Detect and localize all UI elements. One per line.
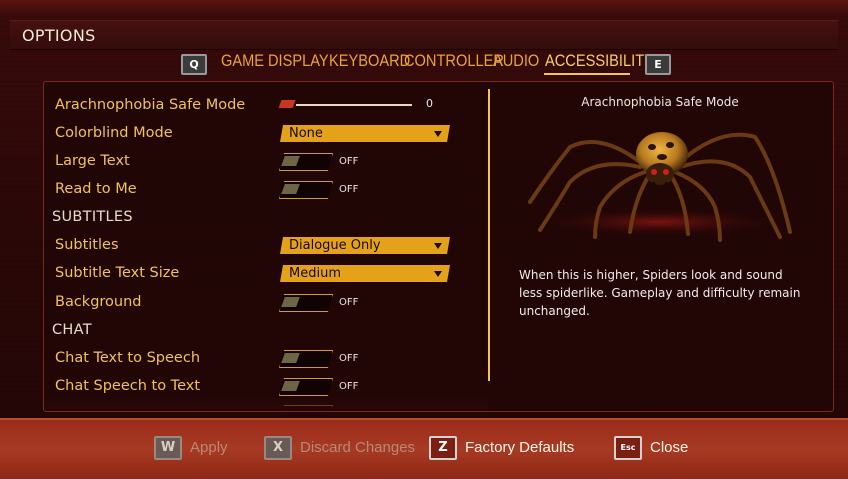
- arachnophobia-slider-track[interactable]: [296, 104, 412, 106]
- tab-display[interactable]: DISPLAY: [268, 51, 329, 71]
- tab-game[interactable]: GAME: [221, 51, 264, 71]
- factory-label: Factory Defaults: [465, 439, 575, 456]
- large-text-toggle[interactable]: [279, 153, 335, 169]
- chat-stt-toggle[interactable]: [279, 378, 335, 394]
- apply-label: Apply: [190, 439, 228, 456]
- read-to-me-state: OFF: [339, 184, 359, 195]
- subtitle-size-label: Subtitle Text Size: [55, 265, 180, 281]
- factory-key: Z: [429, 436, 457, 460]
- discard-label: Discard Changes: [300, 439, 416, 456]
- spider-preview-image: [528, 132, 792, 242]
- footer-bar: W Apply X Discard Changes Z Factory Defa…: [0, 418, 848, 479]
- next-tab-key[interactable]: E: [645, 54, 671, 75]
- background-state: OFF: [339, 297, 359, 308]
- spider-eye: [663, 169, 669, 175]
- subtitles-dropdown[interactable]: Dialogue Only: [280, 237, 450, 254]
- chevron-down-icon: [434, 271, 442, 277]
- tab-controller[interactable]: CONTROLLER: [404, 51, 504, 71]
- chat-tts-label: Chat Text to Speech: [55, 350, 201, 366]
- background-toggle[interactable]: [279, 294, 335, 310]
- colorblind-value: None: [289, 126, 323, 141]
- arachnophobia-value: 0: [426, 97, 433, 110]
- background-label: Background: [55, 294, 142, 310]
- discard-key: X: [264, 436, 292, 460]
- chat-tts-state: OFF: [339, 353, 359, 364]
- subtitles-value: Dialogue Only: [289, 238, 381, 253]
- tab-bar: GAME DISPLAY KEYBOARD CONTROLLER AUDIO A…: [0, 51, 848, 77]
- subtitles-label: Subtitles: [55, 237, 119, 253]
- read-to-me-label: Read to Me: [55, 181, 137, 197]
- colorblind-dropdown[interactable]: None: [280, 125, 450, 142]
- list-scroll-fade: [44, 396, 488, 410]
- chevron-down-icon: [434, 131, 442, 137]
- tab-keyboard[interactable]: KEYBOARD: [329, 51, 410, 71]
- subtitle-size-value: Medium: [289, 266, 341, 281]
- subtitles-section-heading: SUBTITLES: [52, 209, 133, 225]
- tab-audio[interactable]: AUDIO: [493, 51, 539, 71]
- setting-description: When this is higher, Spiders look and so…: [519, 268, 801, 318]
- active-tab-underline: [544, 73, 630, 75]
- chat-stt-state: OFF: [339, 381, 359, 392]
- subtitle-size-dropdown[interactable]: Medium: [280, 265, 450, 282]
- large-text-state: OFF: [339, 156, 359, 167]
- preview-title: Arachnophobia Safe Mode: [581, 95, 739, 109]
- colorblind-label: Colorblind Mode: [55, 125, 173, 141]
- arachnophobia-label: Arachnophobia Safe Mode: [55, 97, 246, 113]
- chevron-down-icon: [434, 243, 442, 249]
- panel-divider: [488, 89, 490, 381]
- close-label: Close: [650, 439, 689, 456]
- page-title: OPTIONS: [22, 26, 96, 45]
- top-border: [0, 0, 848, 14]
- large-text-label: Large Text: [55, 153, 130, 169]
- spider-head: [646, 163, 674, 185]
- platform-shape: [540, 208, 780, 236]
- apply-key: W: [154, 436, 182, 460]
- chat-stt-label: Chat Speech to Text: [55, 378, 201, 394]
- close-key: Esc: [614, 436, 642, 460]
- read-to-me-toggle[interactable]: [279, 181, 335, 197]
- tab-accessibility[interactable]: ACCESSIBILITY: [545, 51, 654, 71]
- chat-tts-toggle[interactable]: [279, 350, 335, 366]
- spider-eye: [651, 169, 657, 175]
- chat-section-heading: CHAT: [52, 322, 92, 338]
- options-header: OPTIONS: [10, 20, 838, 50]
- arachnophobia-slider-handle[interactable]: [278, 100, 296, 108]
